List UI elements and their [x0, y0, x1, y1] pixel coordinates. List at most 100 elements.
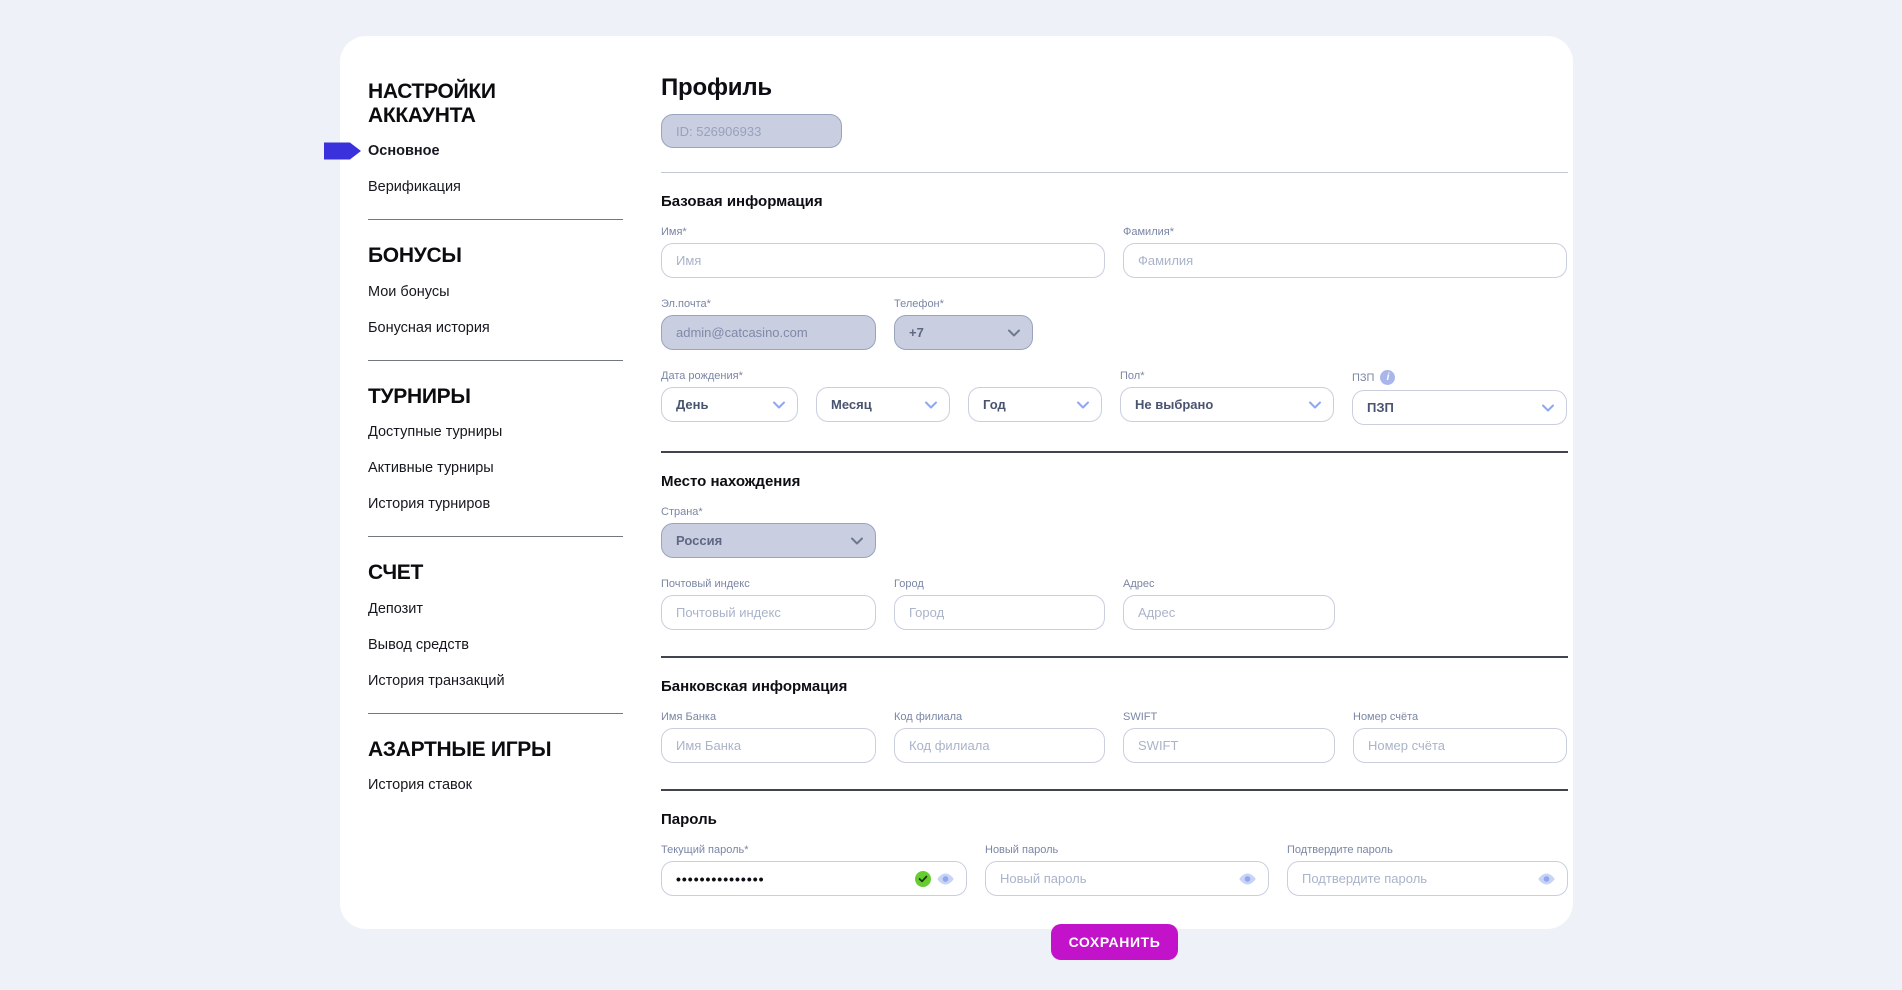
- last-name-input[interactable]: [1123, 243, 1567, 278]
- sidebar-item-label: Вывод средств: [368, 637, 469, 653]
- birth-month-field: Месяц: [816, 370, 950, 425]
- new-password-wrap: [985, 861, 1269, 896]
- sidebar-divider: [368, 713, 623, 714]
- password-row: Текущий пароль* Новый пароль: [661, 844, 1568, 896]
- info-icon[interactable]: i: [1380, 370, 1395, 385]
- email-input: [661, 315, 876, 350]
- chevron-down-icon: [925, 401, 937, 409]
- phone-code-value: +7: [909, 325, 924, 340]
- sidebar-divider: [368, 360, 623, 361]
- birth-year-field: Год: [968, 370, 1102, 425]
- gender-select[interactable]: Не выбрано: [1120, 387, 1334, 422]
- branch-code-field: Код филиала: [894, 711, 1105, 763]
- sidebar-item-my-bonuses[interactable]: Мои бонусы: [368, 284, 623, 300]
- pep-value: ПЗП: [1367, 400, 1394, 415]
- eye-icon[interactable]: [936, 872, 955, 885]
- pep-select[interactable]: ПЗП: [1352, 390, 1567, 425]
- last-name-field: Фамилия*: [1123, 226, 1567, 278]
- city-label: Город: [894, 578, 1105, 590]
- new-password-label: Новый пароль: [985, 844, 1269, 856]
- confirm-password-field: Подтвердите пароль: [1287, 844, 1568, 896]
- sidebar-item-label: История ставок: [368, 777, 472, 793]
- country-label: Страна*: [661, 506, 876, 518]
- branch-code-label: Код филиала: [894, 711, 1105, 723]
- chevron-down-icon: [1542, 404, 1554, 412]
- name-row: Имя* Фамилия*: [661, 226, 1568, 278]
- swift-label: SWIFT: [1123, 711, 1335, 723]
- location-heading: Место нахождения: [661, 473, 1568, 490]
- password-heading: Пароль: [661, 811, 1568, 828]
- sidebar-item-deposit[interactable]: Депозит: [368, 601, 623, 617]
- first-name-field: Имя*: [661, 226, 1105, 278]
- sidebar-heading-account-settings: НАСТРОЙКИ АККАУНТА: [368, 80, 623, 127]
- chevron-down-icon: [1077, 401, 1089, 409]
- eye-icon[interactable]: [1537, 872, 1556, 885]
- sidebar-item-transaction-history[interactable]: История транзакций: [368, 673, 623, 689]
- basic-info-heading: Базовая информация: [661, 193, 1568, 210]
- pep-label: ПЗП i: [1352, 370, 1567, 385]
- profile-content: Профиль Базовая информация Имя* Фамилия*…: [661, 66, 1568, 899]
- phone-label: Телефон*: [894, 298, 1033, 310]
- sidebar-item-label: Депозит: [368, 601, 423, 617]
- birth-year-select[interactable]: Год: [968, 387, 1102, 422]
- divider: [661, 172, 1568, 173]
- chevron-down-icon: [1008, 329, 1020, 337]
- bank-name-input[interactable]: [661, 728, 876, 763]
- sidebar-item-active-tournaments[interactable]: Активные турниры: [368, 460, 623, 476]
- phone-field: Телефон* +7: [894, 298, 1033, 350]
- save-button[interactable]: СОХРАНИТЬ: [1051, 924, 1179, 960]
- birth-day-select[interactable]: День: [661, 387, 798, 422]
- bank-row: Имя Банка Код филиала SWIFT Номер счёта: [661, 711, 1568, 763]
- birth-day-field: Дата рождения* День: [661, 370, 798, 425]
- account-number-input[interactable]: [1353, 728, 1567, 763]
- new-password-field: Новый пароль: [985, 844, 1269, 896]
- account-number-label: Номер счёта: [1353, 711, 1567, 723]
- bank-name-label: Имя Банка: [661, 711, 876, 723]
- eye-icon[interactable]: [1238, 872, 1257, 885]
- birth-month-value: Месяц: [831, 397, 872, 412]
- sidebar-divider: [368, 219, 623, 220]
- first-name-input[interactable]: [661, 243, 1105, 278]
- country-value: Россия: [676, 533, 722, 548]
- chevron-down-icon: [773, 401, 785, 409]
- address-label: Адрес: [1123, 578, 1335, 590]
- birth-year-value: Год: [983, 397, 1006, 412]
- sidebar-item-verification[interactable]: Верификация: [368, 179, 623, 195]
- confirm-password-input[interactable]: [1287, 861, 1568, 896]
- confirm-password-wrap: [1287, 861, 1568, 896]
- sidebar-item-label: История турниров: [368, 496, 490, 512]
- email-phone-row: Эл.почта* Телефон* +7: [661, 298, 1568, 350]
- current-password-label: Текущий пароль*: [661, 844, 967, 856]
- email-field: Эл.почта*: [661, 298, 876, 350]
- new-password-input[interactable]: [985, 861, 1269, 896]
- country-field: Страна* Россия: [661, 506, 876, 558]
- sidebar-item-bet-history[interactable]: История ставок: [368, 777, 623, 793]
- sidebar-item-main[interactable]: Основное: [368, 143, 623, 159]
- address-row: Почтовый индекс Город Адрес: [661, 578, 1568, 630]
- birth-month-label: [816, 370, 950, 382]
- sidebar-item-withdrawal[interactable]: Вывод средств: [368, 637, 623, 653]
- sidebar-item-label: Основное: [368, 143, 440, 159]
- country-select: Россия: [661, 523, 876, 558]
- page-title: Профиль: [661, 74, 1568, 102]
- sidebar-divider: [368, 536, 623, 537]
- postal-code-input[interactable]: [661, 595, 876, 630]
- swift-field: SWIFT: [1123, 711, 1335, 763]
- sidebar-heading-bonuses: БОНУСЫ: [368, 244, 623, 268]
- sidebar-item-label: Бонусная история: [368, 320, 490, 336]
- address-input[interactable]: [1123, 595, 1335, 630]
- chevron-down-icon: [1309, 401, 1321, 409]
- current-password-wrap: [661, 861, 967, 896]
- swift-input[interactable]: [1123, 728, 1335, 763]
- sidebar-item-available-tournaments[interactable]: Доступные турниры: [368, 424, 623, 440]
- sidebar-heading-account: СЧЕТ: [368, 561, 623, 585]
- sidebar-item-bonus-history[interactable]: Бонусная история: [368, 320, 623, 336]
- birth-month-select[interactable]: Месяц: [816, 387, 950, 422]
- section-divider: [661, 656, 1568, 658]
- bank-name-field: Имя Банка: [661, 711, 876, 763]
- postal-code-label: Почтовый индекс: [661, 578, 876, 590]
- sidebar-item-tournament-history[interactable]: История турниров: [368, 496, 623, 512]
- city-input[interactable]: [894, 595, 1105, 630]
- branch-code-input[interactable]: [894, 728, 1105, 763]
- postal-code-field: Почтовый индекс: [661, 578, 876, 630]
